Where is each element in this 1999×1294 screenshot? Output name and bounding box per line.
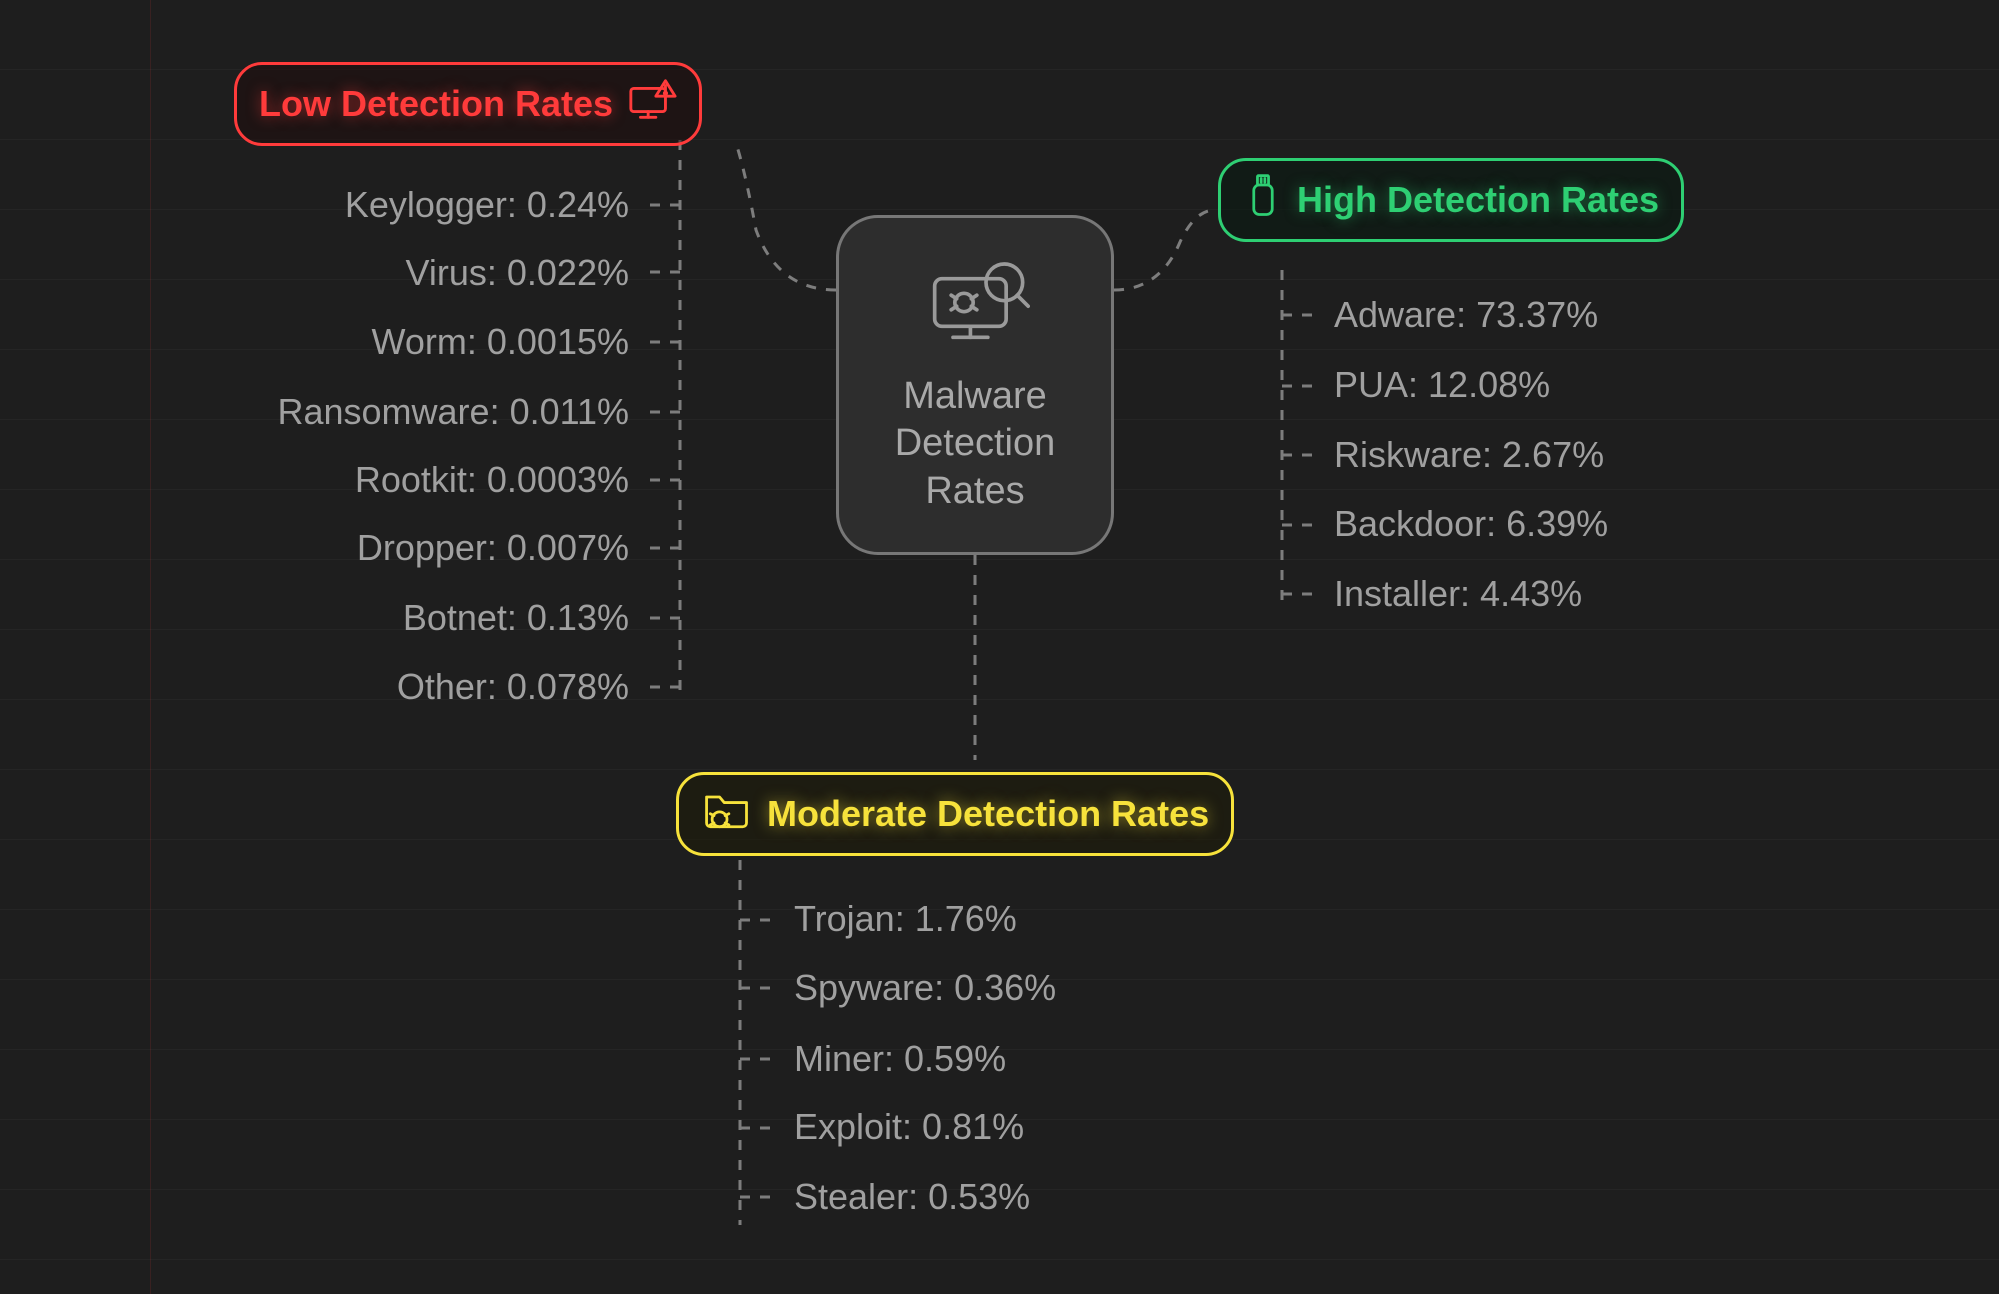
category-low-detection-rates[interactable]: Low Detection Rates <box>234 62 702 146</box>
low-item-ransomware: Ransomware: 0.011% <box>277 391 629 433</box>
high-item-riskware: Riskware: 2.67% <box>1334 434 1604 476</box>
moderate-item-trojan: Trojan: 1.76% <box>794 898 1017 940</box>
moderate-item-spyware: Spyware: 0.36% <box>794 967 1056 1009</box>
category-moderate-detection-rates[interactable]: Moderate Detection Rates <box>676 772 1234 856</box>
folder-bug-icon <box>701 787 753 842</box>
moderate-item-exploit: Exploit: 0.81% <box>794 1106 1024 1148</box>
moderate-item-miner: Miner: 0.59% <box>794 1038 1006 1080</box>
scan-bug-icon <box>920 255 1030 355</box>
category-high-label: High Detection Rates <box>1297 179 1659 221</box>
low-item-rootkit: Rootkit: 0.0003% <box>355 459 629 501</box>
center-title: Malware Detection Rates <box>895 373 1056 516</box>
low-item-other: Other: 0.078% <box>397 666 629 708</box>
category-high-detection-rates[interactable]: High Detection Rates <box>1218 158 1684 242</box>
moderate-item-stealer: Stealer: 0.53% <box>794 1176 1030 1218</box>
high-item-backdoor: Backdoor: 6.39% <box>1334 503 1608 545</box>
low-item-dropper: Dropper: 0.007% <box>357 527 629 569</box>
high-item-installer: Installer: 4.43% <box>1334 573 1582 615</box>
low-item-virus: Virus: 0.022% <box>406 252 629 294</box>
category-moderate-label: Moderate Detection Rates <box>767 793 1209 835</box>
high-item-adware: Adware: 73.37% <box>1334 294 1598 336</box>
usb-drive-icon <box>1243 172 1283 229</box>
connector-lines <box>0 0 1999 1294</box>
low-item-worm: Worm: 0.0015% <box>372 321 629 363</box>
category-low-label: Low Detection Rates <box>259 83 613 125</box>
low-item-botnet: Botnet: 0.13% <box>403 597 629 639</box>
high-item-pua: PUA: 12.08% <box>1334 364 1550 406</box>
computer-alert-icon <box>627 78 677 131</box>
center-node-malware-detection-rates[interactable]: Malware Detection Rates <box>836 215 1114 555</box>
low-item-keylogger: Keylogger: 0.24% <box>345 184 629 226</box>
